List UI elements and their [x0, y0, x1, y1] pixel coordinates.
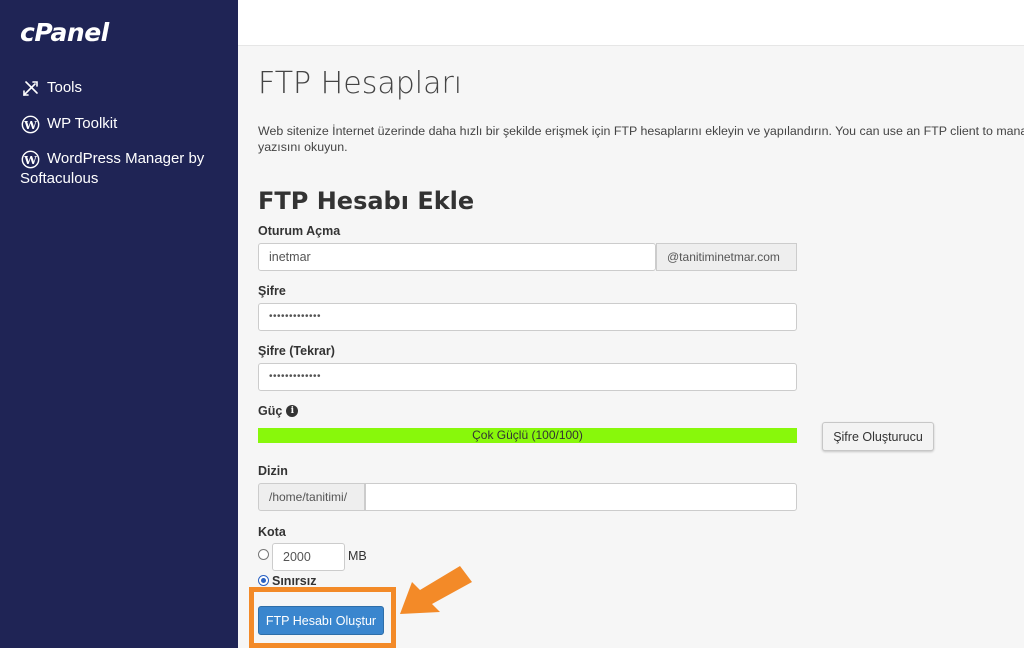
wordpress-icon: W	[20, 114, 40, 134]
quota-limited-radio[interactable]	[258, 549, 269, 560]
tools-icon	[20, 78, 40, 98]
password-label: Şifre	[258, 284, 286, 298]
sidebar: cPanel Tools W WP Toolkit W WordPress Ma…	[0, 0, 238, 648]
login-label: Oturum Açma	[258, 224, 341, 238]
quota-input[interactable]: 2000	[272, 543, 345, 571]
cpanel-logo[interactable]: cPanel	[20, 18, 109, 47]
sidebar-item-wp-toolkit[interactable]: W WP Toolkit	[20, 114, 117, 134]
directory-prefix-addon: /home/tanitimi/	[258, 483, 365, 511]
svg-text:W: W	[23, 152, 37, 166]
sidebar-item-wordpress-manager[interactable]: W WordPress Manager by Softaculous	[20, 149, 220, 189]
login-input[interactable]: inetmar	[258, 243, 656, 271]
password-repeat-label: Şifre (Tekrar)	[258, 344, 335, 358]
create-ftp-account-button[interactable]: FTP Hesabı Oluştur	[258, 606, 384, 635]
login-domain-addon: @tanitiminetmar.com	[656, 243, 797, 271]
password-strength-bar: Çok Güçlü (100/100)	[258, 428, 797, 443]
page-description: Web sitenize İnternet üzerinde daha hızl…	[258, 123, 1024, 155]
strength-label-row: Güç i	[258, 404, 299, 418]
password-generator-button[interactable]: Şifre Oluşturucu	[822, 422, 934, 451]
unlimited-label[interactable]: Sınırsız	[272, 574, 316, 588]
page-title: FTP Hesapları	[258, 66, 463, 101]
strength-label: Güç	[258, 404, 283, 418]
svg-text:W: W	[23, 117, 37, 131]
info-icon[interactable]: i	[286, 405, 299, 417]
sidebar-item-label: Tools	[47, 79, 83, 96]
quota-unlimited-radio[interactable]	[258, 575, 269, 586]
main-content: FTP Hesapları Web sitenize İnternet üzer…	[258, 0, 1024, 648]
password-input[interactable]: •••••••••••••	[258, 303, 797, 331]
section-title: FTP Hesabı Ekle	[258, 187, 475, 215]
password-repeat-input[interactable]: •••••••••••••	[258, 363, 797, 391]
directory-label: Dizin	[258, 464, 288, 478]
quota-unit: MB	[348, 549, 367, 563]
wordpress-icon: W	[20, 149, 40, 169]
quota-label: Kota	[258, 525, 286, 539]
sidebar-item-label: WP Toolkit	[47, 115, 118, 132]
description-line: Web sitenize İnternet üzerinde daha hızl…	[258, 124, 1024, 138]
sidebar-item-label: WordPress Manager by Softaculous	[20, 150, 205, 187]
directory-input[interactable]	[365, 483, 797, 511]
description-line: yazısını okuyun.	[258, 140, 348, 154]
pointer-arrow-icon	[400, 566, 472, 614]
sidebar-item-tools[interactable]: Tools	[20, 78, 82, 98]
